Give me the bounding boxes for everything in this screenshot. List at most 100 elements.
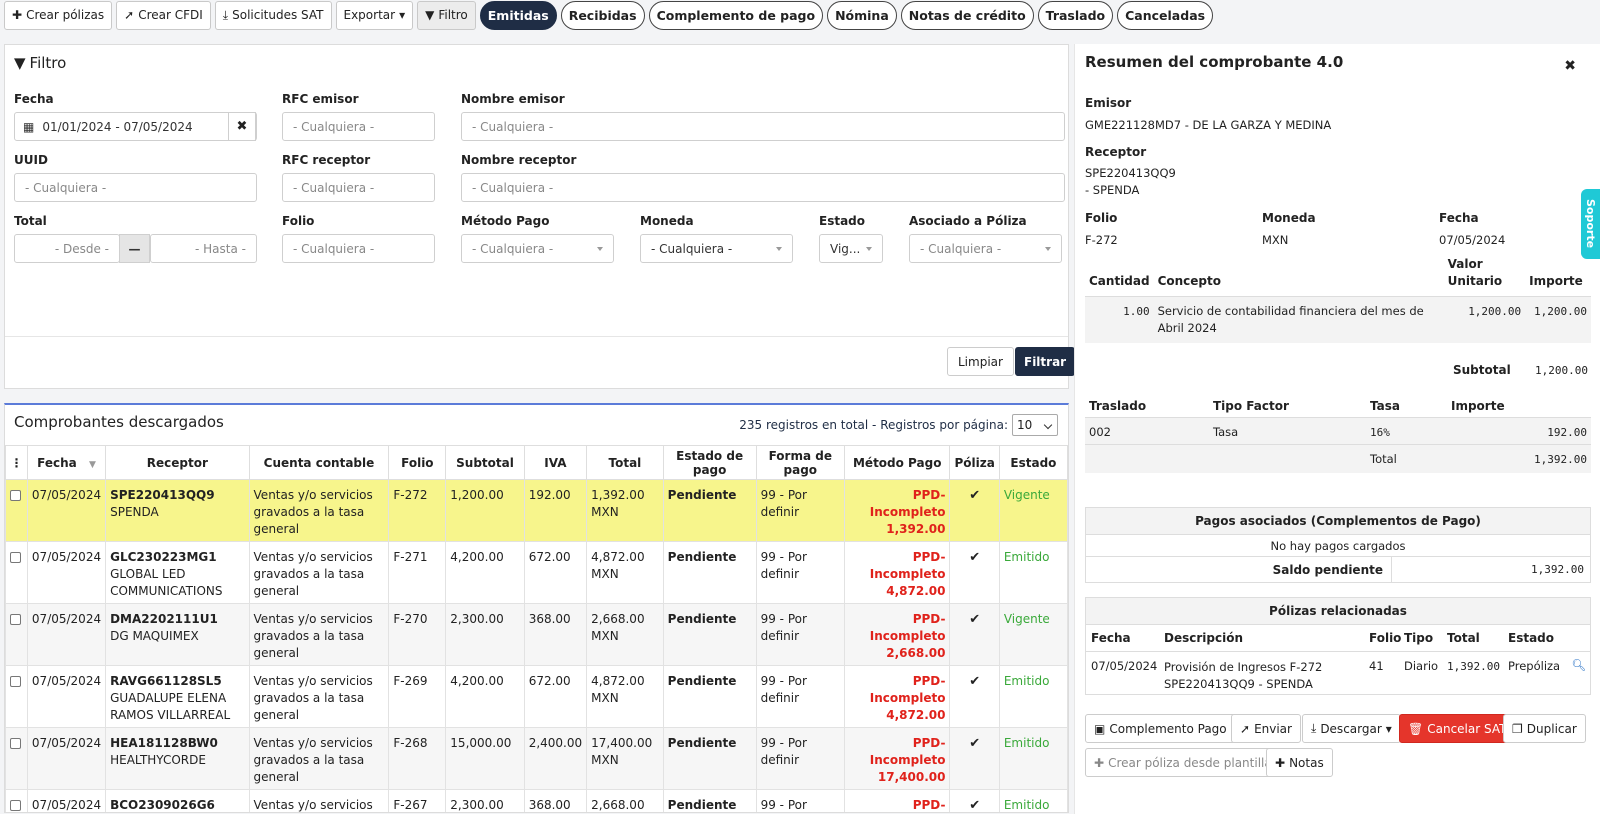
column-poliza[interactable]: Póliza: [949, 445, 1000, 480]
column-cuenta[interactable]: Cuenta contable: [248, 445, 390, 480]
cell-estado: Emitido: [998, 665, 1068, 728]
uuid-input[interactable]: - Cualquiera -: [14, 173, 257, 202]
cell-receptor: SPE220413QQ9 SPENDA: [105, 479, 250, 542]
table-header: ⋮ Fecha ▼ Receptor Cuenta contable Folio…: [5, 445, 1068, 480]
descargar-button[interactable]: ⤓ Descargar ▾: [1302, 714, 1401, 743]
metodo-pago-select[interactable]: - Cualquiera -: [461, 234, 614, 263]
complemento-pago-button[interactable]: ▣ Complemento Pago: [1085, 714, 1236, 743]
table-row[interactable]: 07/05/2024 HEA181128BW0 HEALTHYCORDE Ventas…: [5, 727, 1068, 790]
tab-nomina[interactable]: Nómina: [827, 0, 897, 30]
clear-date-icon[interactable]: ✖: [228, 112, 256, 141]
limpiar-button[interactable]: Limpiar: [947, 347, 1014, 376]
tab-complemento-pago[interactable]: Complemento de pago: [648, 0, 824, 30]
metodo-pago-label: Método Pago: [461, 214, 550, 228]
check-icon: ✔: [949, 603, 1000, 666]
notas-button[interactable]: ✚ Notas: [1266, 748, 1333, 777]
column-metodo-pago[interactable]: Método Pago: [843, 445, 951, 480]
col-tasa: Tasa: [1370, 399, 1400, 413]
rfc-emisor-input[interactable]: - Cualquiera -: [282, 112, 435, 141]
tab-canceladas[interactable]: Canceladas: [1117, 0, 1214, 30]
enviar-button[interactable]: ➚ Enviar: [1231, 714, 1301, 743]
download-icon: ⤓: [1311, 721, 1317, 735]
search-icon[interactable]: 🔍︎: [1571, 658, 1586, 672]
tab-recibidas[interactable]: Recibidas: [560, 0, 645, 30]
poliza-select[interactable]: - Cualquiera -: [909, 234, 1062, 263]
tab-emitidas[interactable]: Emitidas: [479, 0, 557, 30]
row-checkbox[interactable]: [10, 552, 21, 563]
folio-input[interactable]: - Cualquiera -: [282, 234, 435, 263]
column-total[interactable]: Total: [586, 445, 664, 480]
cell-forma-pago: 99 - Por definir: [755, 541, 845, 604]
cell-iva: 672.00: [523, 541, 588, 604]
cell-metodo-pago: PPD- Incompleto 17,400.00: [843, 727, 951, 790]
fecha-label: Fecha: [1439, 211, 1479, 225]
row-checkbox[interactable]: [10, 490, 21, 501]
rfc-receptor-input[interactable]: - Cualquiera -: [282, 173, 435, 202]
col-importe: Importe: [1525, 256, 1591, 297]
exportar-button[interactable]: Exportar ▾: [335, 0, 414, 30]
per-page-select[interactable]: 10: [1012, 414, 1058, 436]
table-row[interactable]: 07/05/2024 RAVG661128SL5 GUADALUPE ELENA R…: [5, 665, 1068, 728]
table-row[interactable]: 07/05/2024 SPE220413QQ9 SPENDA Ventas y/o s…: [5, 479, 1068, 542]
column-subtotal[interactable]: Subtotal: [445, 445, 525, 480]
crear-polizas-button[interactable]: ✚ Crear pólizas: [4, 0, 113, 30]
table-row[interactable]: 07/05/2024 BCO2309026G6 Ventas y/o servici…: [5, 789, 1068, 812]
filter-icon: ▼: [14, 54, 26, 72]
row-checkbox[interactable]: [10, 676, 21, 687]
nombre-emisor-input[interactable]: - Cualquiera -: [461, 112, 1065, 141]
crear-poliza-plantilla-button[interactable]: ✚ Crear póliza desde plantilla: [1085, 748, 1281, 777]
moneda-value: MXN: [1262, 233, 1289, 247]
cell-receptor: DMA2202111U1 DG MAQUIMEX: [105, 603, 250, 666]
filtro-button[interactable]: ▼ Filtro: [417, 0, 476, 30]
row-checkbox[interactable]: [10, 738, 21, 749]
solicitudes-sat-button[interactable]: ⤓ Solicitudes SAT: [214, 0, 332, 30]
column-iva[interactable]: IVA: [523, 445, 588, 480]
soporte-tab[interactable]: Soporte: [1581, 189, 1600, 259]
column-forma-pago[interactable]: Forma de pago: [755, 445, 845, 480]
moneda-select[interactable]: - Cualquiera -: [640, 234, 793, 263]
fecha-input[interactable]: ▦ 01/01/2024 - 07/05/2024 ✖: [14, 112, 257, 141]
check-icon: ✔: [949, 789, 1000, 812]
table-row[interactable]: 07/05/2024 DMA2202111U1 DG MAQUIMEX Ventas …: [5, 603, 1068, 666]
row-checkbox[interactable]: [10, 800, 21, 811]
column-menu-icon[interactable]: ⋮: [5, 445, 28, 480]
cell-folio: F-270: [388, 603, 447, 666]
saldo-value: 1,392.00: [1531, 563, 1584, 576]
cell-subtotal: 4,200.00: [445, 541, 525, 604]
close-icon[interactable]: ✖: [1564, 58, 1576, 74]
resumen-title: Resumen del comprobante 4.0: [1085, 53, 1344, 71]
table-row[interactable]: 07/05/2024 GLC230223MG1 GLOBAL LED COMMUNI…: [5, 541, 1068, 604]
tab-traslado[interactable]: Traslado: [1037, 0, 1114, 30]
estado-select[interactable]: Vig...: [819, 234, 883, 263]
folio-label: Folio: [1085, 211, 1118, 225]
column-estado-pago[interactable]: Estado de pago: [662, 445, 757, 480]
column-receptor[interactable]: Receptor: [105, 445, 250, 480]
column-estado[interactable]: Estado: [998, 445, 1068, 480]
calendar-icon: ▦: [23, 119, 35, 134]
nombre-emisor-label: Nombre emisor: [461, 92, 565, 106]
duplicar-button[interactable]: ❐ Duplicar: [1503, 714, 1586, 743]
total-desde-input[interactable]: - Desde -: [14, 234, 120, 263]
total-hasta-input[interactable]: - Hasta -: [150, 234, 257, 263]
column-folio[interactable]: Folio: [388, 445, 447, 480]
cell-cuenta: Ventas y/o servicios gravados a la tasa …: [248, 665, 390, 728]
cell-fecha: 07/05/2024: [26, 541, 107, 604]
crear-cfdi-button[interactable]: ➚ Crear CFDI: [116, 0, 211, 30]
col-cantidad: Cantidad: [1085, 256, 1154, 297]
cell-total: 2,668.00 MXN: [586, 603, 664, 666]
cell-estado-pago: Pendiente: [662, 665, 757, 728]
tab-notas-credito[interactable]: Notas de crédito: [900, 0, 1034, 30]
moneda-label: Moneda: [1262, 211, 1316, 225]
filter-divider: [5, 336, 1068, 337]
cancelar-sat-button[interactable]: 🗑︎ Cancelar SAT: [1399, 714, 1516, 743]
uuid-label: UUID: [14, 153, 48, 167]
cell-forma-pago: 99 - Por definir: [755, 727, 845, 790]
nombre-receptor-input[interactable]: - Cualquiera -: [461, 173, 1065, 202]
cell-total: 1,392.00 MXN: [586, 479, 664, 542]
column-fecha[interactable]: Fecha ▼: [26, 445, 107, 480]
cell-iva: 368.00: [523, 789, 588, 812]
cell-receptor: RAVG661128SL5 GUADALUPE ELENA RAMOS VILLA…: [105, 665, 250, 728]
cell-estado-pago: Pendiente: [662, 541, 757, 604]
row-checkbox[interactable]: [10, 614, 21, 625]
filtrar-button[interactable]: Filtrar: [1015, 347, 1076, 376]
